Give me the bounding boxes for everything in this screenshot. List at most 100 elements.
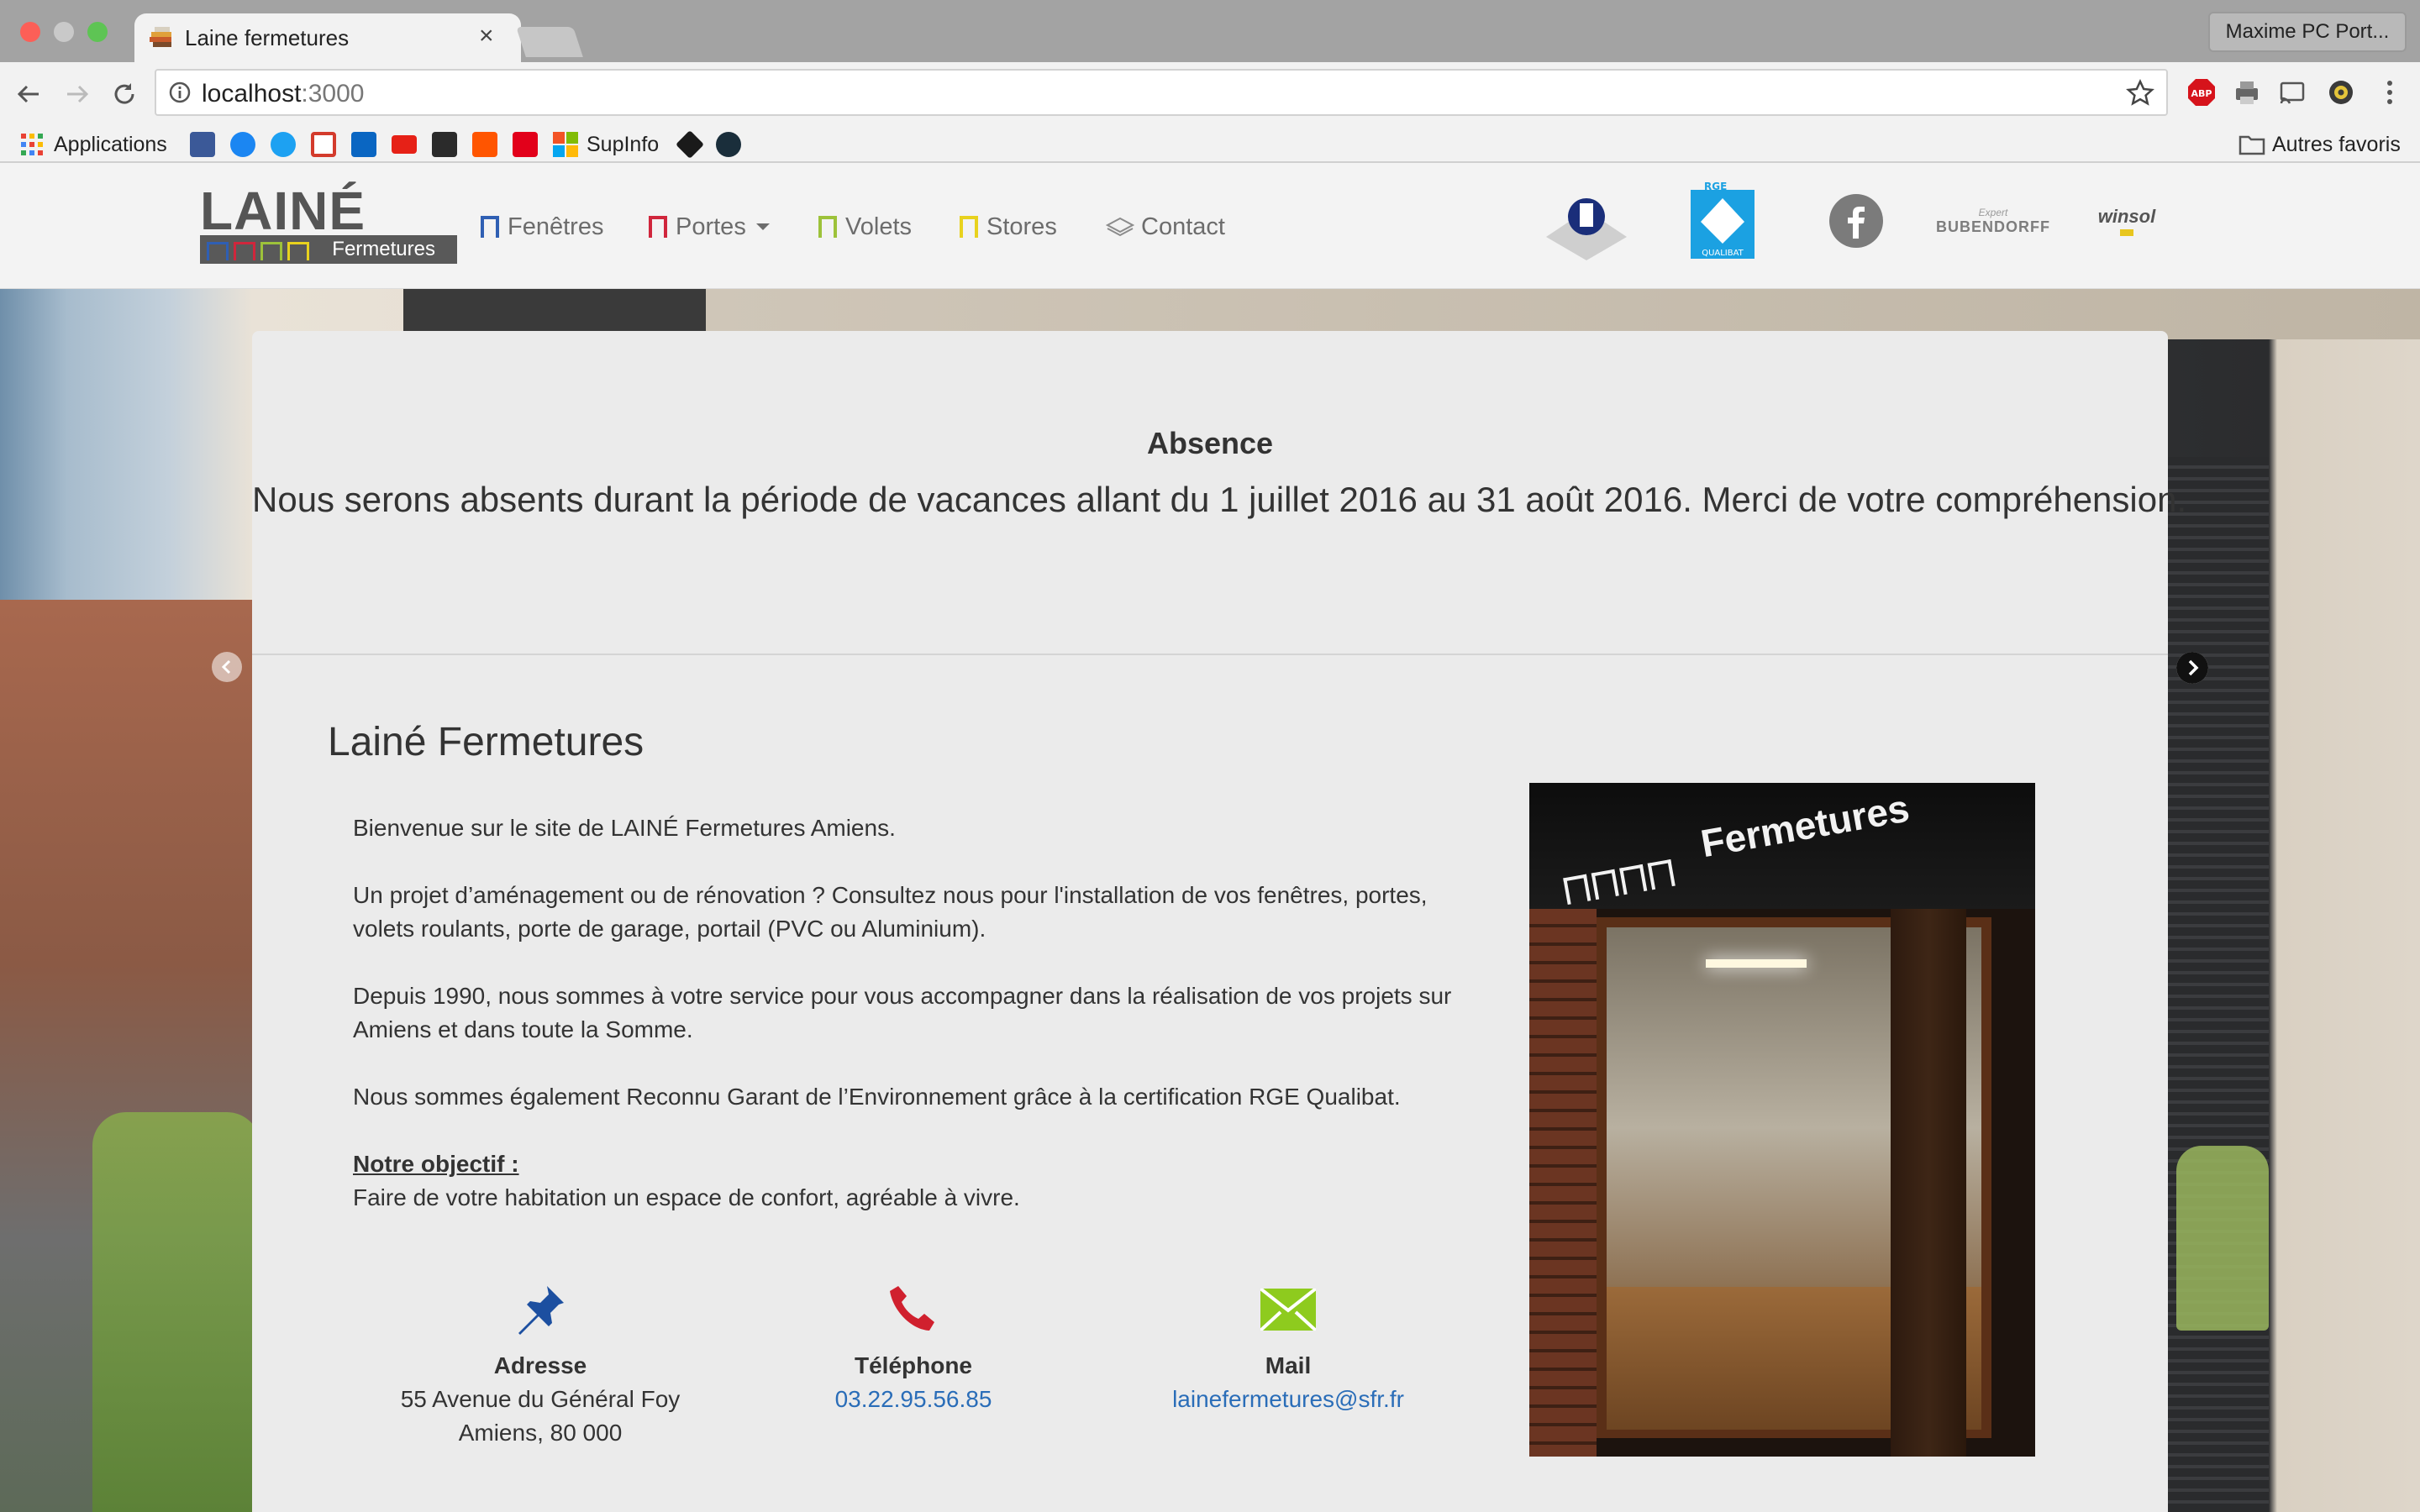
door-mark-icon [649, 216, 667, 238]
browser-titlebar: Laine fermetures × Maxime PC Port... [0, 0, 2420, 64]
logo-wordmark: LAINÉ [200, 181, 366, 241]
bookmark-twitter[interactable] [271, 131, 296, 158]
nav-portes-label: Portes [676, 213, 746, 240]
blind-mark-icon [960, 216, 978, 238]
apps-grid-icon [21, 134, 43, 155]
contact-address: Adresse 55 Avenue du Général Foy Amiens,… [364, 1280, 717, 1450]
nav-portes[interactable]: Portes [649, 212, 770, 242]
chevron-right-icon [2176, 652, 2208, 684]
phone-label: Téléphone [854, 1352, 972, 1378]
dashboard-icon [432, 132, 457, 157]
artisan-logo[interactable] [1543, 185, 1630, 262]
bookmark-other[interactable]: Autres favoris [2238, 131, 2401, 158]
squarespace-icon [676, 130, 704, 159]
winsol-logo[interactable]: winsol [2081, 200, 2173, 242]
alert-text: Nous serons absents durant la période de… [252, 480, 2187, 519]
storefront-ceiling-light [1706, 959, 1807, 968]
bookmark-sfr[interactable] [513, 131, 538, 158]
bookmark-messenger[interactable] [230, 131, 255, 158]
nav-stores[interactable]: Stores [960, 212, 1057, 242]
section-title: Lainé Fermetures [328, 720, 644, 764]
envelope-icon [1112, 1280, 1465, 1339]
facebook-page-link[interactable] [1828, 193, 1884, 249]
bookmark-supinfo-label: SupInfo [587, 132, 660, 156]
intro-paragraph-history: Depuis 1990, nous sommes à votre service… [353, 983, 1452, 1042]
new-tab-button[interactable] [516, 27, 583, 57]
printer-extension-icon[interactable] [2230, 76, 2264, 109]
sfr-icon [513, 132, 538, 157]
messenger-icon [230, 132, 255, 157]
window-mark-icon [481, 216, 499, 238]
bookmark-other-label: Autres favoris [2272, 132, 2401, 156]
contact-mail: Mail lainefermetures@sfr.fr [1112, 1280, 1465, 1416]
shutter-mark-icon [818, 216, 837, 238]
nav-stores-label: Stores [986, 213, 1057, 240]
logo-subtitle: Fermetures [332, 238, 435, 260]
bookmark-squarespace[interactable] [676, 130, 704, 159]
bookmark-youtube[interactable] [392, 131, 417, 158]
nav-volets-label: Volets [845, 213, 912, 240]
tab-close-icon[interactable]: × [479, 22, 494, 50]
site-logo[interactable]: LAINÉ Fermetures [200, 181, 457, 267]
bookmark-applications[interactable]: Applications [20, 131, 167, 158]
mail-link[interactable]: lainefermetures@sfr.fr [1112, 1383, 1465, 1416]
qualibat-text: QUALIBAT [1702, 249, 1744, 258]
intro-text: Bienvenue sur le site de LAINÉ Fermeture… [353, 811, 1479, 1215]
objective-text: Faire de votre habitation un espace de c… [353, 1184, 1020, 1210]
mail-label: Mail [1265, 1352, 1312, 1378]
phone-icon [737, 1280, 1090, 1339]
bookmark-supinfo[interactable]: SupInfo [553, 131, 659, 158]
envelope-stack-icon [1106, 217, 1134, 237]
gmail-icon [311, 132, 336, 157]
nav-contact[interactable]: Contact [1106, 212, 1225, 242]
bookmark-dashboard[interactable] [432, 131, 457, 158]
forward-arrow-icon[interactable] [57, 74, 97, 114]
qualibat-logo[interactable]: RGE QUALIBAT [1689, 180, 1756, 260]
adblock-icon[interactable]: ABP [2185, 76, 2218, 109]
window-close-button[interactable] [20, 22, 40, 42]
storefront-photo: Fermetures [1529, 783, 2035, 1457]
carousel-next-button[interactable] [2176, 652, 2208, 684]
soundcloud-icon [472, 132, 497, 157]
folder-icon [2238, 135, 2265, 155]
youtube-icon [392, 135, 417, 154]
window-minimize-button[interactable] [54, 22, 74, 42]
contact-phone: Téléphone 03.22.95.56.85 [737, 1280, 1090, 1416]
site-header: LAINÉ Fermetures Fenêtres Portes Volets … [0, 163, 2420, 289]
nav-fenetres[interactable]: Fenêtres [481, 212, 603, 242]
back-arrow-icon[interactable] [8, 74, 49, 114]
extension-circle-icon[interactable] [2324, 76, 2358, 109]
background-chair [2176, 1146, 2269, 1331]
bookmark-scribd[interactable] [716, 131, 741, 158]
bookmark-linkedin[interactable] [351, 131, 376, 158]
alert-title: Absence [1146, 426, 1274, 460]
bubendorff-text: BUBENDORFF [1936, 218, 2050, 235]
cast-icon[interactable] [2275, 76, 2309, 109]
panel-divider [252, 654, 2168, 655]
artisan-badge-icon [1546, 198, 1627, 260]
profile-button[interactable]: Maxime PC Port... [2208, 12, 2407, 52]
nav-contact-label: Contact [1141, 213, 1225, 240]
carousel-prev-button[interactable] [212, 652, 242, 682]
bookmark-gmail[interactable] [311, 131, 336, 158]
info-icon[interactable] [168, 81, 192, 104]
bookmark-star-icon[interactable] [2126, 79, 2154, 108]
bookmark-soundcloud[interactable] [472, 131, 497, 158]
address-bar[interactable]: localhost:3000 [155, 69, 2168, 116]
phone-link[interactable]: 03.22.95.56.85 [737, 1383, 1090, 1416]
bubendorff-logo[interactable]: Expert BUBENDORFF [1936, 200, 2049, 242]
logo-squares [207, 242, 309, 260]
background-plant [92, 1112, 260, 1512]
nav-volets[interactable]: Volets [818, 212, 912, 242]
caret-down-icon [755, 223, 770, 230]
window-maximize-button[interactable] [87, 22, 108, 42]
bookmark-facebook[interactable] [190, 131, 215, 158]
reload-icon[interactable] [104, 74, 145, 114]
web-page: LAINÉ Fermetures Fenêtres Portes Volets … [0, 163, 2420, 1512]
intro-paragraph-project: Un projet d’aménagement ou de rénovation… [353, 882, 1428, 942]
facebook-icon [1829, 194, 1883, 248]
bubendorff-tagline: Expert [1978, 206, 2008, 218]
objective-heading: Notre objectif : [353, 1151, 519, 1177]
address-line-2: Amiens, 80 000 [458, 1420, 623, 1446]
chrome-menu-icon[interactable] [2373, 76, 2407, 109]
